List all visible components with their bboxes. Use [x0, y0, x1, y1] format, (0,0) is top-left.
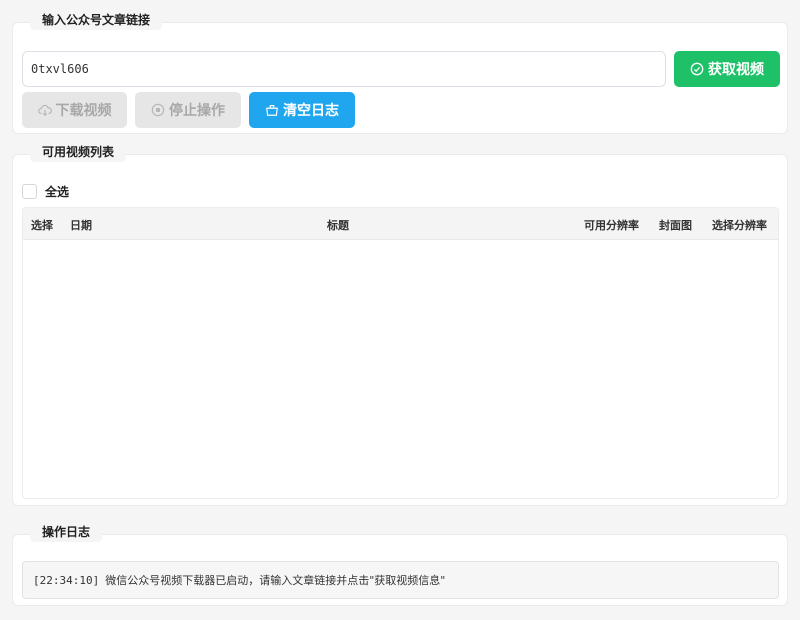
column-header-title[interactable]: 标题: [327, 217, 349, 233]
download-video-button[interactable]: 下载视频: [22, 92, 127, 128]
operation-log-section: 操作日志 [22:34:10] 微信公众号视频下载器已启动，请输入文章链接并点击…: [12, 523, 788, 606]
clear-log-label: 清空日志: [283, 103, 339, 119]
column-header-choose-resolution[interactable]: 选择分辨率: [712, 217, 767, 233]
clear-log-button[interactable]: 清空日志: [249, 92, 355, 128]
log-section-title: 操作日志: [30, 523, 103, 542]
stop-operation-button[interactable]: 停止操作: [135, 92, 241, 128]
link-input-section: 输入公众号文章链接 获取视频 下载视频 停止操作 清空日志: [12, 11, 788, 134]
stop-icon: [151, 103, 165, 117]
column-header-resolutions[interactable]: 可用分辨率: [584, 217, 639, 233]
column-header-select[interactable]: 选择: [31, 217, 53, 233]
log-output[interactable]: [22:34:10] 微信公众号视频下载器已启动，请输入文章链接并点击"获取视频…: [22, 561, 779, 599]
column-header-cover[interactable]: 封面图: [659, 217, 692, 233]
video-table: 选择 日期 标题 可用分辨率 封面图 选择分辨率: [22, 207, 779, 499]
fetch-video-button[interactable]: 获取视频: [674, 51, 780, 87]
list-section-title: 可用视频列表: [30, 143, 127, 162]
video-list-section: 可用视频列表 全选 选择 日期 标题 可用分辨率 封面图 选择分辨率: [12, 143, 788, 506]
log-entry-message: 微信公众号视频下载器已启动，请输入文章链接并点击"获取视频信息": [105, 574, 446, 587]
cloud-download-icon: [37, 104, 52, 117]
stop-operation-label: 停止操作: [169, 103, 225, 119]
video-table-header: 选择 日期 标题 可用分辨率 封面图 选择分辨率: [23, 208, 778, 240]
log-entry-time: [22:34:10]: [33, 573, 100, 587]
column-header-date[interactable]: 日期: [70, 217, 92, 233]
clear-icon: [266, 105, 278, 116]
link-section-title: 输入公众号文章链接: [30, 11, 163, 30]
download-video-label: 下载视频: [55, 103, 112, 119]
article-url-input[interactable]: [22, 51, 666, 87]
select-all-checkbox[interactable]: [22, 184, 37, 199]
select-all-label: 全选: [45, 185, 70, 199]
fetch-video-label: 获取视频: [708, 62, 764, 78]
select-all-toggle[interactable]: 全选: [22, 183, 69, 200]
fetch-icon: [690, 62, 704, 76]
